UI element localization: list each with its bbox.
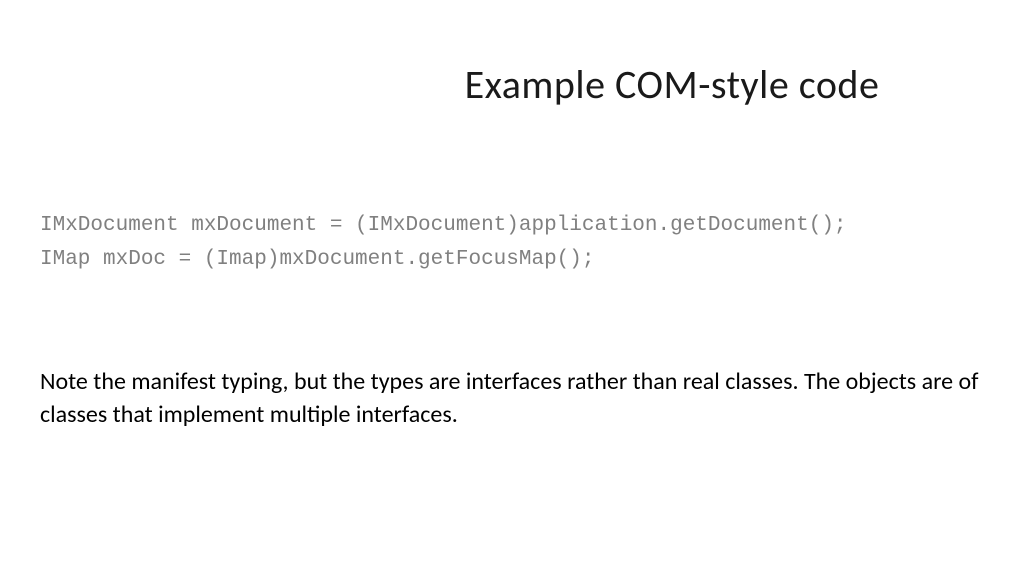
code-line-1: IMxDocument mxDocument = (IMxDocument)ap…	[40, 209, 984, 243]
explanation-note: Note the manifest typing, but the types …	[40, 366, 984, 431]
slide-container: Example COM-style code IMxDocument mxDoc…	[0, 0, 1024, 576]
code-line-2: IMap mxDoc = (Imap)mxDocument.getFocusMa…	[40, 243, 984, 277]
slide-title: Example COM-style code	[400, 60, 944, 109]
code-block: IMxDocument mxDocument = (IMxDocument)ap…	[40, 209, 984, 276]
